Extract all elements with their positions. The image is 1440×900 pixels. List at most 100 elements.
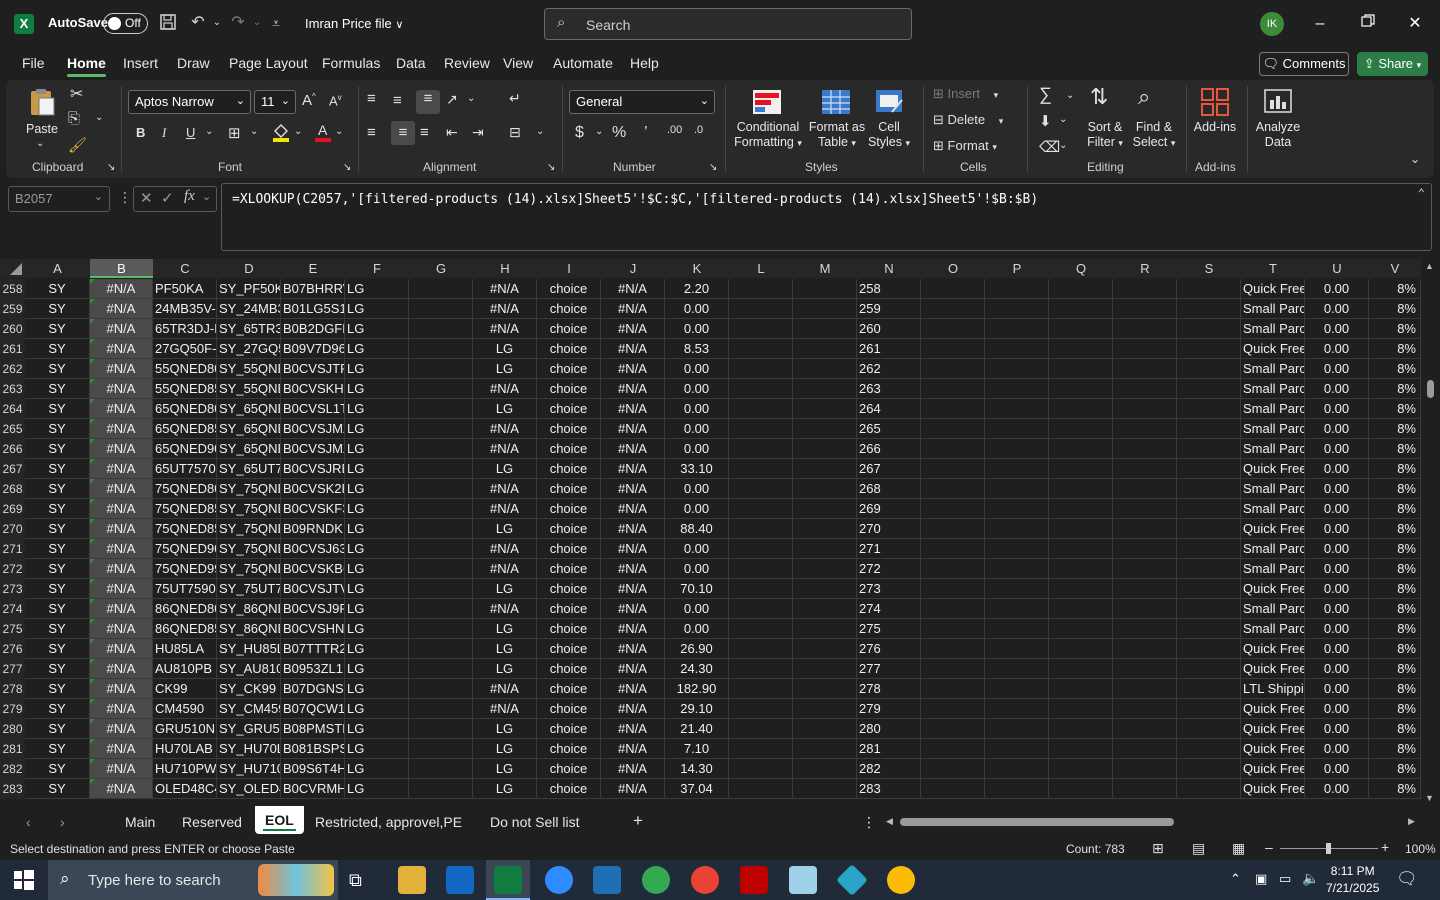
copy-icon[interactable]: ⎘: [68, 110, 80, 127]
more-options-icon[interactable]: ⋮: [862, 814, 876, 831]
zoom-slider-thumb[interactable]: [1326, 843, 1331, 854]
table-cell[interactable]: 55QNED85: [153, 379, 217, 399]
table-cell[interactable]: [1113, 359, 1177, 379]
table-cell[interactable]: #N/A: [473, 479, 537, 499]
table-cell[interactable]: #N/A: [601, 399, 665, 419]
table-cell[interactable]: SY_86QNE: [217, 619, 281, 639]
table-cell[interactable]: LG: [473, 359, 537, 379]
table-cell[interactable]: choice: [537, 639, 601, 659]
table-cell[interactable]: [1177, 379, 1241, 399]
column-header-i[interactable]: I: [537, 259, 601, 278]
table-cell[interactable]: [985, 679, 1049, 699]
table-cell[interactable]: LG: [473, 659, 537, 679]
table-cell[interactable]: SY: [25, 459, 90, 479]
analyze-data-button[interactable]: Analyze Data: [1252, 120, 1304, 150]
table-cell[interactable]: 0.00: [1305, 659, 1369, 679]
table-cell[interactable]: Small Parc: [1241, 399, 1305, 419]
table-cell[interactable]: [921, 459, 985, 479]
table-cell[interactable]: [1049, 679, 1113, 699]
table-cell[interactable]: 8%: [1369, 679, 1421, 699]
table-cell[interactable]: [1113, 679, 1177, 699]
collapse-ribbon-icon[interactable]: ⌄: [1410, 152, 1420, 166]
table-cell[interactable]: 75QNED85: [153, 519, 217, 539]
table-cell[interactable]: CM4590: [153, 699, 217, 719]
table-cell[interactable]: [1113, 599, 1177, 619]
name-box[interactable]: B2057 ⌄: [8, 186, 110, 212]
table-cell[interactable]: 0.00: [1305, 459, 1369, 479]
table-cell[interactable]: 272: [857, 559, 921, 579]
table-cell[interactable]: SY: [25, 539, 90, 559]
decrease-decimal-icon[interactable]: .0: [694, 124, 703, 136]
table-cell[interactable]: 33.10: [665, 459, 729, 479]
table-cell[interactable]: choice: [537, 759, 601, 779]
table-cell[interactable]: [921, 319, 985, 339]
table-cell[interactable]: SY_24MB3: [217, 299, 281, 319]
table-cell[interactable]: Small Parc: [1241, 299, 1305, 319]
search-box[interactable]: ⌕ Search: [544, 8, 912, 40]
table-cell[interactable]: 65TR3DJ-E: [153, 319, 217, 339]
table-cell[interactable]: #N/A: [90, 619, 153, 639]
column-header-m[interactable]: M: [793, 259, 857, 278]
table-cell[interactable]: 262: [857, 359, 921, 379]
decrease-indent-icon[interactable]: ⇤: [446, 124, 458, 141]
table-cell[interactable]: [1113, 719, 1177, 739]
table-cell[interactable]: 0.00: [1305, 379, 1369, 399]
table-cell[interactable]: [793, 759, 857, 779]
zoom-in-icon[interactable]: +: [1381, 839, 1389, 855]
table-cell[interactable]: B09RNDKN: [281, 519, 345, 539]
clear-icon[interactable]: ⌫: [1039, 138, 1060, 156]
table-cell[interactable]: [409, 699, 473, 719]
table-cell[interactable]: [1049, 659, 1113, 679]
table-cell[interactable]: #N/A: [473, 319, 537, 339]
merge-dropdown-icon[interactable]: ⌄: [536, 126, 544, 137]
row-header[interactable]: 275: [0, 619, 25, 639]
task-view-icon[interactable]: ⧉: [349, 870, 362, 891]
cancel-icon[interactable]: ✕: [140, 189, 153, 207]
table-cell[interactable]: SY_OLED4: [217, 779, 281, 799]
table-cell[interactable]: [1177, 539, 1241, 559]
table-cell[interactable]: [1049, 739, 1113, 759]
table-cell[interactable]: Quick Free: [1241, 579, 1305, 599]
table-cell[interactable]: 8%: [1369, 739, 1421, 759]
table-cell[interactable]: 14.30: [665, 759, 729, 779]
table-cell[interactable]: SY_75UT75: [217, 579, 281, 599]
table-cell[interactable]: B0CVSKBC: [281, 559, 345, 579]
table-cell[interactable]: [793, 279, 857, 299]
table-cell[interactable]: [1177, 679, 1241, 699]
table-cell[interactable]: 280: [857, 719, 921, 739]
table-cell[interactable]: B09V7D96: [281, 339, 345, 359]
table-cell[interactable]: [921, 299, 985, 319]
table-cell[interactable]: #N/A: [601, 579, 665, 599]
table-cell[interactable]: #N/A: [90, 559, 153, 579]
fill-color-dropdown-icon[interactable]: ⌄: [294, 126, 302, 137]
table-cell[interactable]: 8%: [1369, 419, 1421, 439]
column-header-f[interactable]: F: [345, 259, 409, 278]
table-cell[interactable]: #N/A: [473, 559, 537, 579]
table-cell[interactable]: [729, 319, 793, 339]
table-cell[interactable]: [409, 639, 473, 659]
close-button[interactable]: ✕: [1400, 10, 1430, 38]
table-cell[interactable]: SY: [25, 699, 90, 719]
table-cell[interactable]: 8%: [1369, 659, 1421, 679]
table-cell[interactable]: [1177, 479, 1241, 499]
table-cell[interactable]: SY: [25, 379, 90, 399]
table-cell[interactable]: 266: [857, 439, 921, 459]
chevron-up-icon[interactable]: ⌃: [1230, 871, 1241, 887]
table-cell[interactable]: 75QNED90: [153, 539, 217, 559]
enter-icon[interactable]: ✓: [161, 189, 174, 207]
table-cell[interactable]: 261: [857, 339, 921, 359]
table-cell[interactable]: Small Parc: [1241, 539, 1305, 559]
table-cell[interactable]: SY: [25, 659, 90, 679]
table-cell[interactable]: 8%: [1369, 339, 1421, 359]
table-cell[interactable]: [985, 659, 1049, 679]
table-cell[interactable]: B07QCW1.: [281, 699, 345, 719]
delete-cells-button[interactable]: ⊟ Delete ▾: [933, 112, 1003, 128]
tray-app-icon[interactable]: ▣: [1255, 871, 1267, 887]
table-cell[interactable]: [409, 379, 473, 399]
table-cell[interactable]: [729, 659, 793, 679]
table-cell[interactable]: [729, 559, 793, 579]
table-cell[interactable]: 8%: [1369, 439, 1421, 459]
table-cell[interactable]: [409, 319, 473, 339]
find-icon[interactable]: ⌕: [1138, 84, 1150, 110]
table-cell[interactable]: [409, 599, 473, 619]
